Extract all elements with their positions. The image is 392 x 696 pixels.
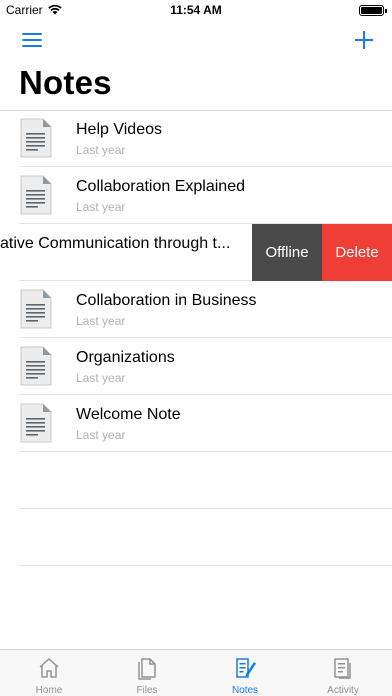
list-item[interactable]: Welcome Note Last year <box>19 395 392 452</box>
note-date: Last year <box>76 428 126 442</box>
note-title: Collaboration in Business <box>76 292 257 309</box>
note-title: Collaboration Explained <box>76 178 245 195</box>
hamburger-menu-icon[interactable] <box>22 33 42 49</box>
tab-label: Home <box>35 685 63 696</box>
note-date: Last year <box>76 371 126 385</box>
note-date: Last year <box>76 200 126 214</box>
tab-files[interactable]: Files <box>98 650 196 696</box>
tab-label: Activity <box>327 685 359 696</box>
document-icon <box>20 175 52 215</box>
note-title: Organizations <box>76 349 175 366</box>
document-icon <box>20 403 52 443</box>
notes-list: Help Videos Last year Collaboration Expl… <box>0 110 392 566</box>
status-time: 11:54 AM <box>170 3 222 17</box>
files-icon <box>138 658 156 680</box>
list-item[interactable]: Collaboration Explained Last year <box>19 167 392 224</box>
empty-list-row <box>19 452 392 509</box>
note-date: Last year <box>76 314 126 328</box>
list-item[interactable]: Organizations Last year <box>19 338 392 395</box>
notes-icon <box>236 658 256 678</box>
swiped-list-item[interactable]: ative Communication through t... Offline… <box>0 224 392 281</box>
tab-notes[interactable]: Notes <box>196 650 294 696</box>
empty-list-row <box>19 509 392 566</box>
add-note-button[interactable] <box>352 28 376 52</box>
list-item[interactable]: Collaboration in Business Last year <box>19 281 392 338</box>
home-icon <box>39 658 59 678</box>
status-bar: Carrier 11:54 AM <box>0 0 392 20</box>
note-title: Help Videos <box>76 121 162 138</box>
page-title: Notes <box>19 64 112 101</box>
activity-icon <box>334 658 351 679</box>
tab-bar: Home Files Notes Activity <box>0 649 392 696</box>
list-item[interactable]: Help Videos Last year <box>19 110 392 167</box>
offline-button[interactable]: Offline <box>252 224 322 281</box>
note-title: ative Communication through t... <box>0 235 231 252</box>
document-icon <box>20 289 52 329</box>
tab-label: Files <box>136 685 158 696</box>
document-icon <box>20 346 52 386</box>
tab-label: Notes <box>231 685 259 696</box>
document-icon <box>20 118 52 158</box>
tab-home[interactable]: Home <box>0 650 98 696</box>
delete-button[interactable]: Delete <box>322 224 392 281</box>
note-date: Last year <box>76 143 126 157</box>
note-title: Welcome Note <box>76 406 181 423</box>
tab-activity[interactable]: Activity <box>294 650 392 696</box>
battery-icon <box>359 5 387 16</box>
